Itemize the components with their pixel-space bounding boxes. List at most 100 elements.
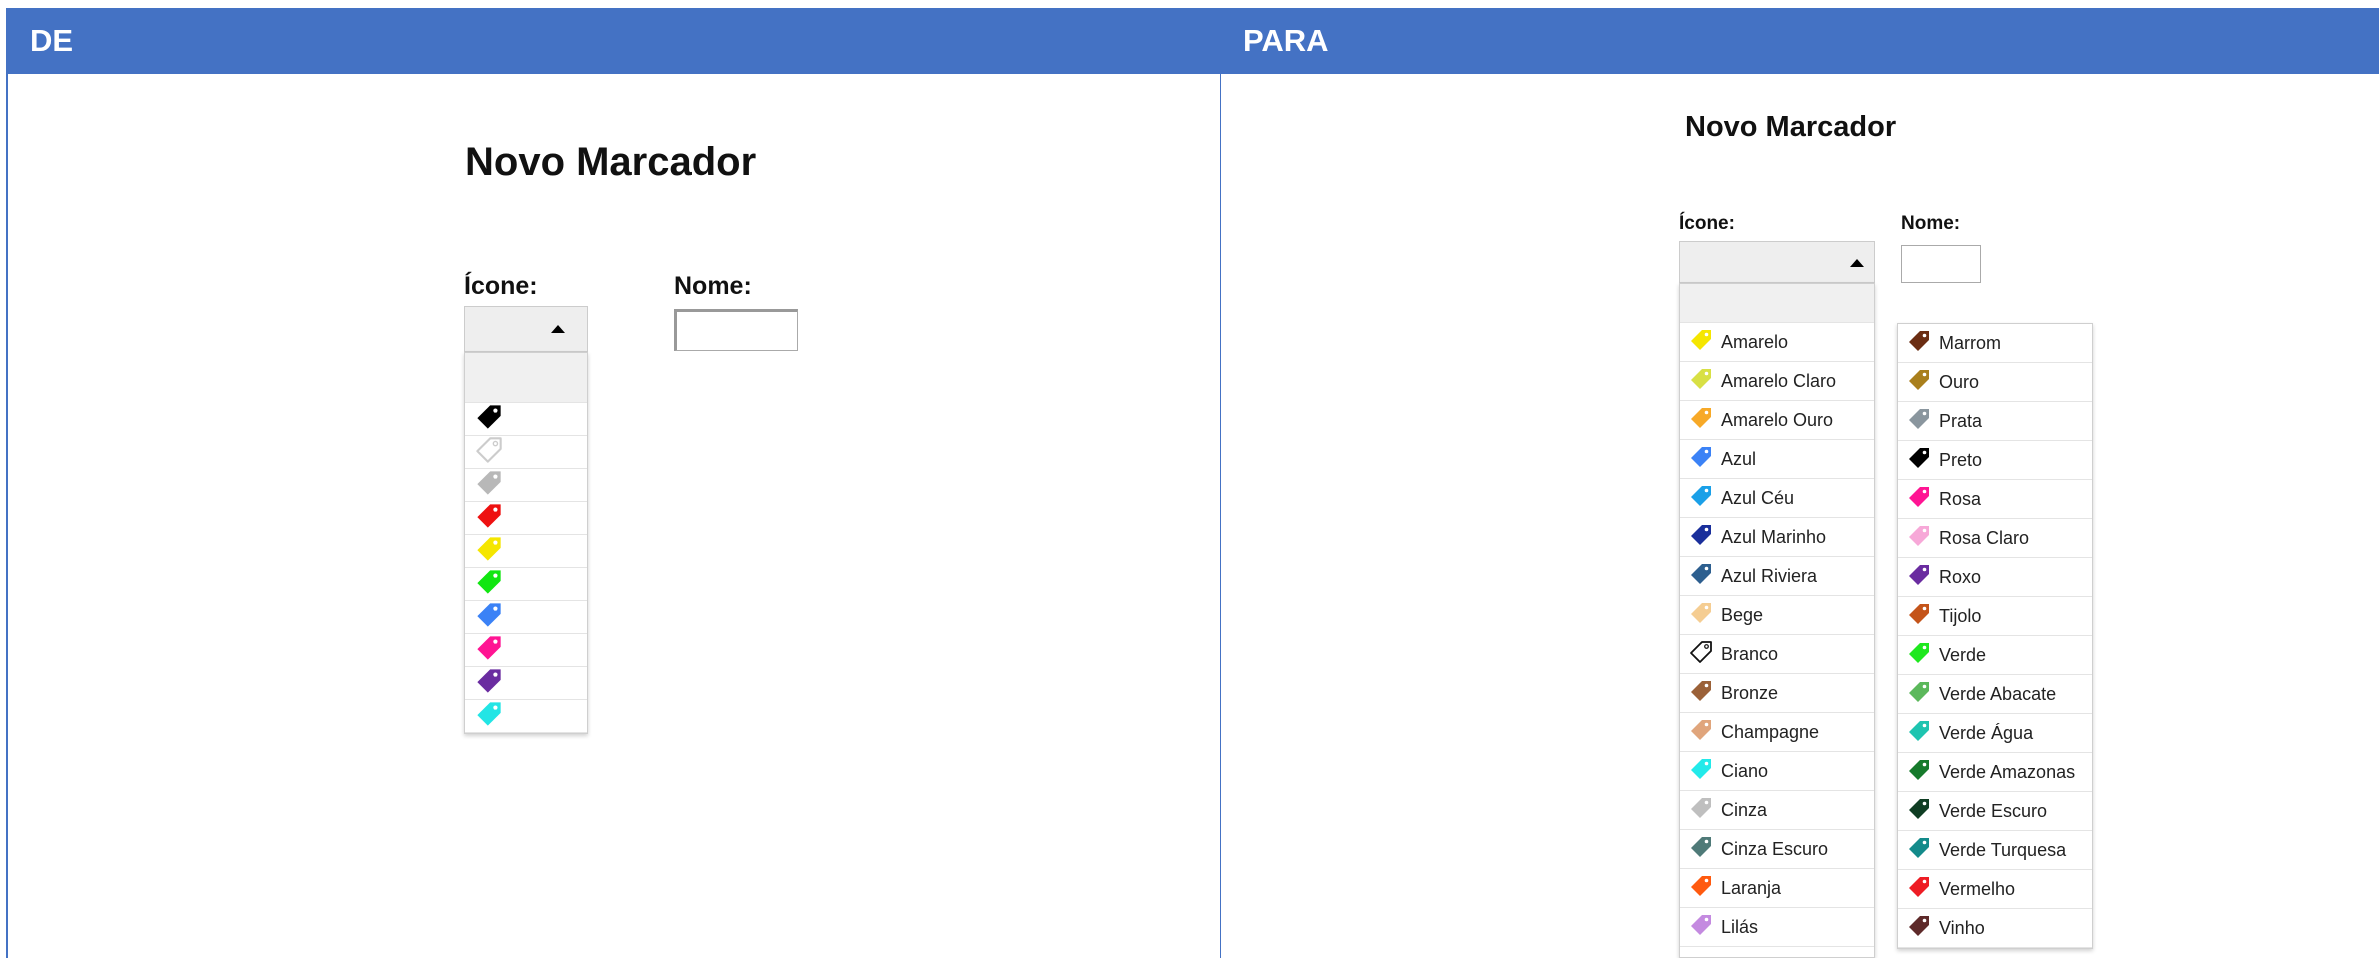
list-item[interactable]: Vermelho <box>1898 870 2092 909</box>
tag-icon <box>1907 368 1931 397</box>
list-item[interactable] <box>465 535 587 568</box>
list-item[interactable]: Preto <box>1898 441 2092 480</box>
list-item[interactable]: Azul Riviera <box>1680 557 1874 596</box>
list-item[interactable]: Marrom <box>1898 324 2092 363</box>
tag-icon <box>1689 562 1713 591</box>
list-item-blank[interactable] <box>465 353 587 403</box>
list-item-label: Bege <box>1721 604 1764 625</box>
list-item[interactable] <box>465 568 587 601</box>
list-item[interactable]: Azul <box>1680 440 1874 479</box>
list-item[interactable] <box>465 469 587 502</box>
list-item[interactable]: Amarelo Ouro <box>1680 401 1874 440</box>
tag-icon <box>1907 719 1931 748</box>
list-item-label: Laranja <box>1721 877 1782 898</box>
tag-icon <box>1907 641 1931 670</box>
tag-icon <box>1907 758 1931 787</box>
list-item-label: Champagne <box>1721 721 1820 742</box>
tag-icon <box>1689 406 1713 435</box>
list-item[interactable]: Azul Céu <box>1680 479 1874 518</box>
list-item[interactable]: Laranja <box>1680 869 1874 908</box>
icon-dropdown-list-col1: Amarelo Amarelo Claro Amarelo Ouro Azul Azul… <box>1679 283 1875 958</box>
name-label: Nome: <box>1901 213 1961 234</box>
tag-icon <box>1689 523 1713 552</box>
list-item-label: Verde Água <box>1939 722 2034 743</box>
tag-icon <box>1907 602 1931 631</box>
tag-icon <box>1689 718 1713 747</box>
list-item-label: Azul Riviera <box>1721 565 1818 586</box>
list-item[interactable]: Verde Turquesa <box>1898 831 2092 870</box>
list-item[interactable]: Rosa Claro <box>1898 519 2092 558</box>
list-item-label: Rosa Claro <box>1939 527 2030 548</box>
list-item-label: Azul Marinho <box>1721 526 1827 547</box>
list-item[interactable]: Verde Água <box>1898 714 2092 753</box>
list-item-blank[interactable] <box>1680 284 1874 323</box>
list-item[interactable] <box>465 403 587 436</box>
list-item[interactable]: Prata <box>1898 402 2092 441</box>
tag-icon <box>1907 563 1931 592</box>
list-item[interactable]: Cinza Escuro <box>1680 830 1874 869</box>
tag-icon <box>475 403 503 436</box>
list-item[interactable] <box>465 502 587 535</box>
list-item[interactable]: Verde <box>1898 636 2092 675</box>
name-input[interactable] <box>1901 245 1981 283</box>
list-item[interactable] <box>465 601 587 634</box>
panel-header-de: DE <box>8 8 1221 74</box>
list-item[interactable]: Verde Amazonas <box>1898 753 2092 792</box>
list-item[interactable]: Lilás <box>1680 908 1874 947</box>
list-item[interactable]: Rosa <box>1898 480 2092 519</box>
tag-icon <box>1689 484 1713 513</box>
list-item[interactable]: Cinza <box>1680 791 1874 830</box>
list-item-label: Branco <box>1721 643 1779 664</box>
name-input[interactable] <box>674 309 798 351</box>
tag-icon <box>475 634 503 667</box>
list-item[interactable] <box>465 700 587 733</box>
tag-icon <box>1689 601 1713 630</box>
list-item[interactable]: Branco <box>1680 635 1874 674</box>
list-item[interactable]: Ciano <box>1680 752 1874 791</box>
list-item[interactable]: Roxo <box>1898 558 2092 597</box>
page-title: Novo Marcador <box>1685 111 1897 143</box>
list-item[interactable]: Champagne <box>1680 713 1874 752</box>
panel-header-para: PARA <box>1221 8 2379 74</box>
list-item-label: Azul Céu <box>1721 487 1795 508</box>
tag-icon <box>475 469 503 502</box>
list-item[interactable]: Ouro <box>1898 363 2092 402</box>
icon-label: Ícone: <box>1679 213 1735 234</box>
tag-icon <box>475 700 503 733</box>
icon-label: Ícone: <box>464 272 538 300</box>
list-item[interactable]: Amarelo <box>1680 323 1874 362</box>
tag-icon <box>1689 328 1713 357</box>
list-item[interactable] <box>465 667 587 700</box>
list-item-label: Amarelo <box>1721 331 1789 352</box>
list-item-label: Ciano <box>1721 760 1769 781</box>
list-item[interactable]: Verde Escuro <box>1898 792 2092 831</box>
list-item-label: Lilás <box>1721 916 1759 937</box>
icon-dropdown-list <box>464 352 588 734</box>
tag-icon <box>1689 757 1713 786</box>
list-item-label: Cinza <box>1721 799 1768 820</box>
tag-icon <box>475 568 503 601</box>
icon-dropdown-list-col2: Marrom Ouro Prata Preto Rosa Rosa Claro Roxo Ti… <box>1897 323 2093 949</box>
caret-up-icon <box>1850 259 1864 267</box>
list-item-label: Vinho <box>1939 917 1985 938</box>
list-item-label: Rosa <box>1939 488 1982 509</box>
list-item[interactable]: Bronze <box>1680 674 1874 713</box>
icon-select[interactable] <box>1679 241 1875 283</box>
list-item[interactable] <box>465 436 587 469</box>
panel-para: PARA Novo Marcador Ícone: Nome: Amarelo A… <box>1220 8 2379 958</box>
icon-select[interactable] <box>464 306 588 352</box>
tag-icon <box>1907 485 1931 514</box>
list-item[interactable] <box>465 634 587 667</box>
list-item[interactable]: Azul Marinho <box>1680 518 1874 557</box>
tag-icon <box>1907 446 1931 475</box>
list-item-label: Marrom <box>1939 332 2001 353</box>
tag-icon <box>1689 367 1713 396</box>
list-item-label: Verde Amazonas <box>1939 761 2076 782</box>
list-item[interactable]: Tijolo <box>1898 597 2092 636</box>
list-item[interactable]: Amarelo Claro <box>1680 362 1874 401</box>
list-item-label: Verde Turquesa <box>1939 839 2067 860</box>
list-item[interactable]: Verde Abacate <box>1898 675 2092 714</box>
tag-icon <box>475 667 503 700</box>
list-item[interactable]: Vinho <box>1898 909 2092 948</box>
list-item[interactable]: Bege <box>1680 596 1874 635</box>
